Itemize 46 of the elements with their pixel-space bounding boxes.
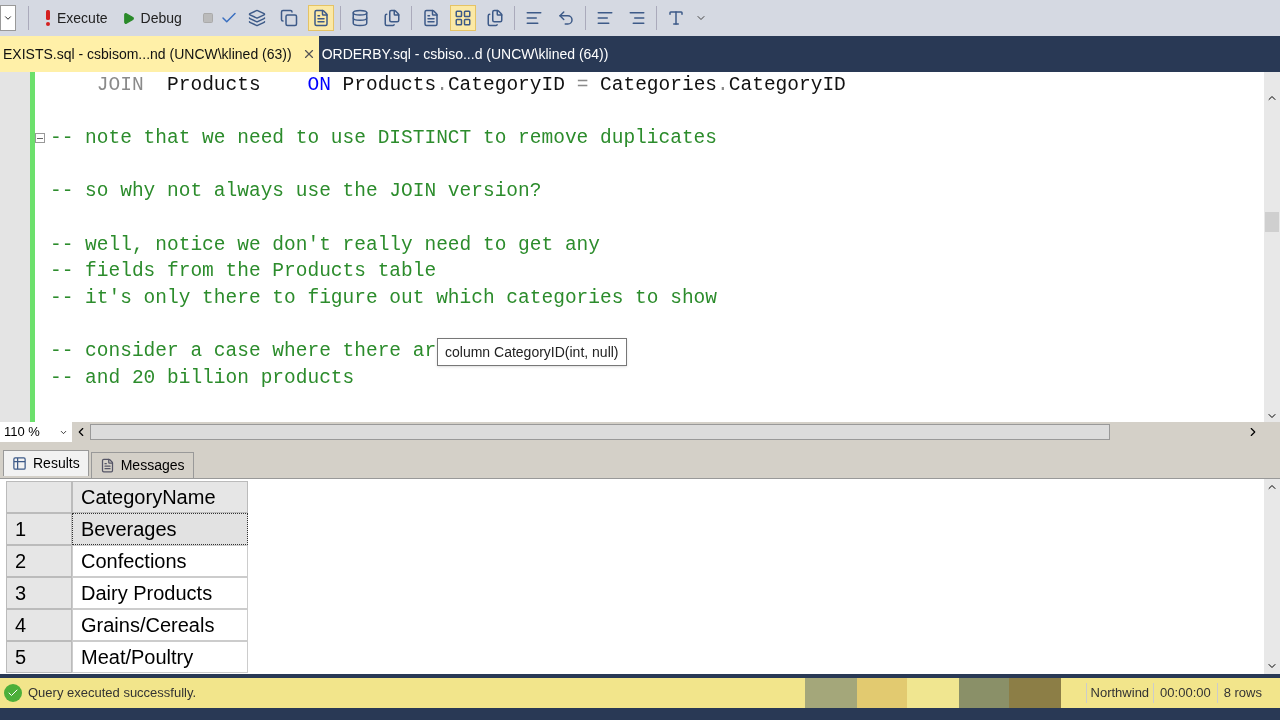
play-icon (121, 11, 135, 25)
row-header[interactable]: 2 (6, 545, 72, 577)
row-header[interactable]: 5 (6, 641, 72, 673)
grid-corner (6, 481, 72, 513)
comment-line: -- fields from the Products table (50, 259, 437, 285)
dropdown-caret-icon (3, 13, 13, 23)
vertical-scrollbar[interactable] (1264, 72, 1280, 422)
table-icon (12, 456, 27, 471)
row-header[interactable]: 3 (6, 577, 72, 609)
database-name: Northwind (1085, 683, 1154, 703)
execute-button[interactable]: Execute (41, 5, 112, 31)
status-message: Query executed successfully. (28, 684, 197, 703)
table-cell[interactable]: Dairy Products (72, 577, 248, 609)
comment-line: -- and 20 billion products (50, 365, 355, 391)
elapsed-time: 00:00:00 (1153, 683, 1217, 703)
table-cell[interactable]: Grains/Cereals (72, 609, 248, 641)
horizontal-scrollbar[interactable] (90, 424, 1110, 440)
row-header[interactable]: 4 (6, 609, 72, 641)
dropdown-field[interactable] (0, 5, 16, 31)
result-tab[interactable]: Messages (90, 452, 194, 478)
comment-line: -- consider a case where there ar (50, 338, 437, 364)
document-tab[interactable]: EXISTS.sql - csbisom...nd (UNCW\klined (63)) (0, 36, 319, 72)
scrollbar-thumb[interactable] (1265, 212, 1279, 232)
column-header[interactable]: CategoryName (72, 481, 248, 513)
document-icon[interactable] (307, 5, 334, 31)
grid-results-icon[interactable] (449, 5, 476, 31)
comment-line: -- note that we need to use DISTINCT to remove duplicates (50, 126, 717, 152)
success-icon (4, 684, 22, 702)
exclamation-icon (45, 10, 51, 26)
table-cell[interactable]: Beverages (72, 513, 248, 545)
document-icon (99, 458, 115, 473)
comment-line: -- well, notice we don't really need to get any (50, 232, 600, 258)
code-line: JOIN Products ON Products.CategoryID = Categories.CategoryID (95, 73, 846, 98)
comment-line: -- so why not always use the JOIN version? (50, 179, 542, 205)
row-count: 8 rows (1216, 683, 1268, 703)
document-tab[interactable]: ORDERBY.sql - csbiso...d (UNCW\klined (64)) (318, 36, 612, 72)
tooltip: column CategoryID(int, null) (437, 338, 627, 366)
debug-button[interactable]: Debug (117, 5, 186, 31)
zoom-dropdown[interactable]: 110 % (0, 422, 72, 442)
vertical-scrollbar[interactable] (1264, 479, 1280, 674)
comment-line: -- it's only there to figure out which categories to show (50, 285, 717, 311)
collapse-icon[interactable] (35, 133, 45, 144)
table-cell[interactable]: Meat/Poultry (72, 641, 248, 673)
table-cell[interactable]: Confections (72, 545, 248, 577)
row-header[interactable]: 1 (6, 513, 72, 545)
result-tab[interactable]: Results (3, 450, 89, 476)
